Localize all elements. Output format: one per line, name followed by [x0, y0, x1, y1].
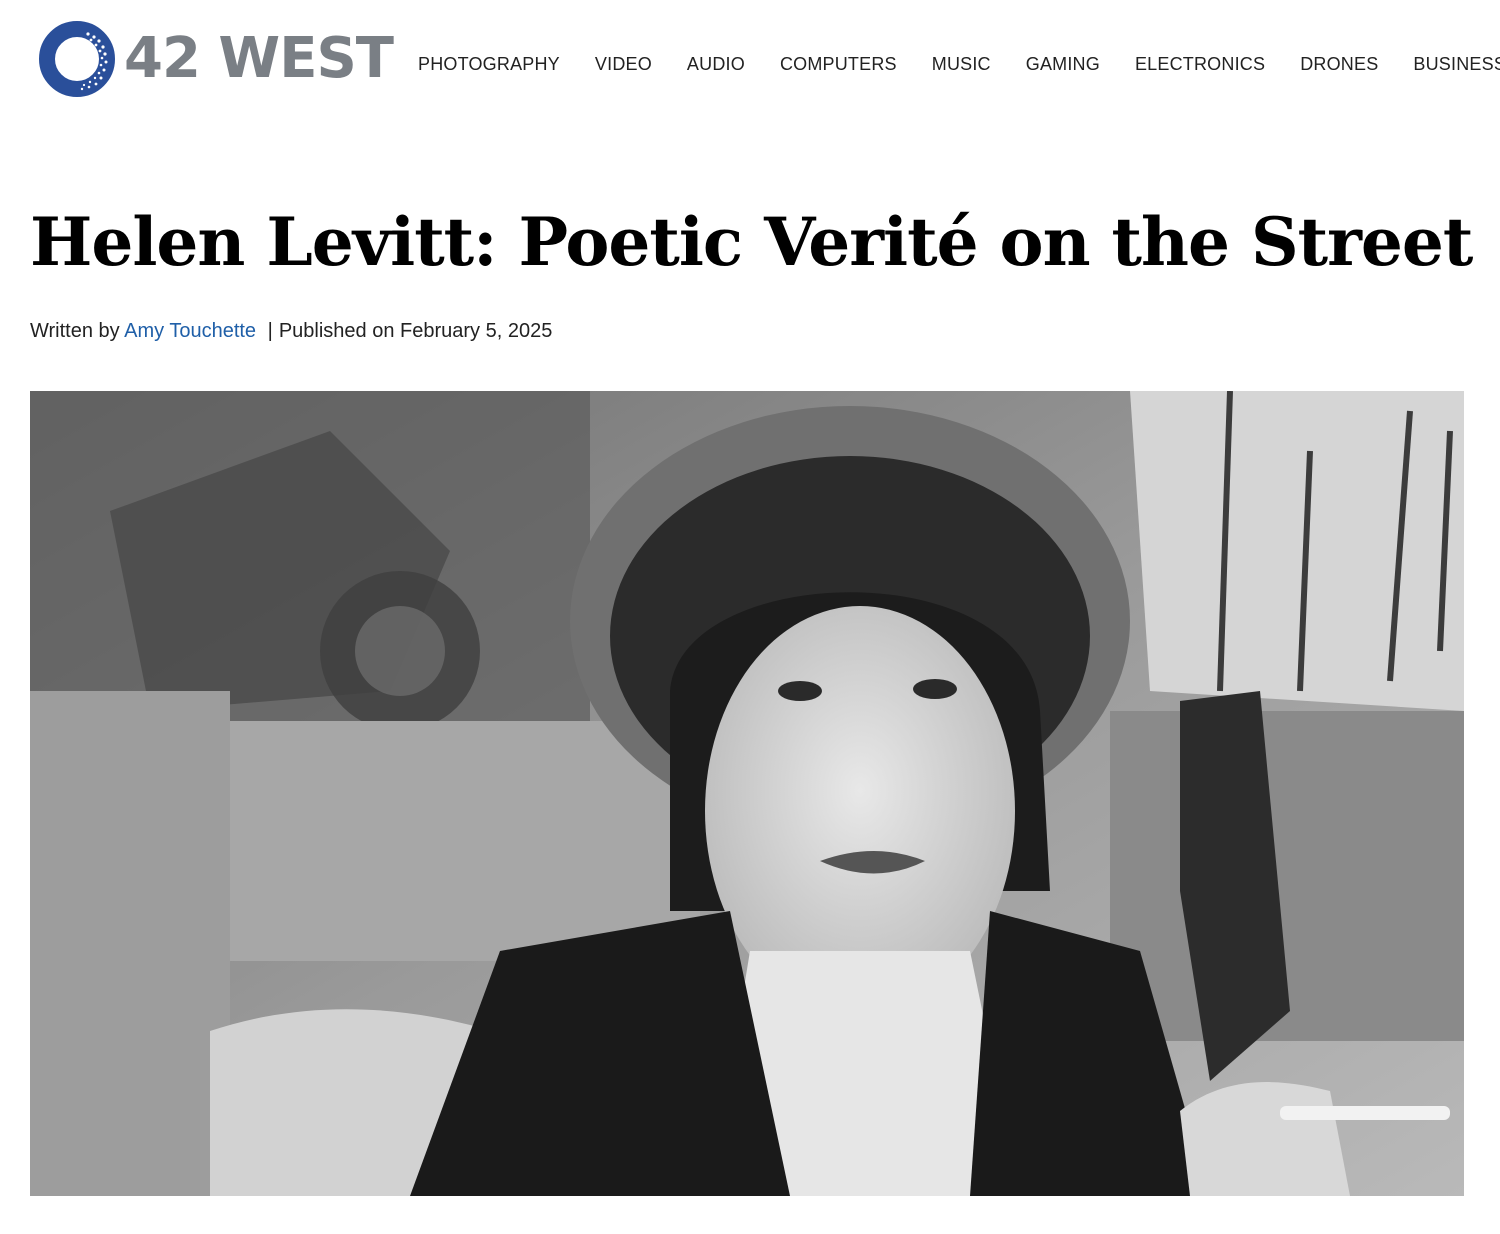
- nav-item-drones[interactable]: DRONES: [1283, 50, 1396, 79]
- hero-image: [30, 391, 1464, 1196]
- nav-item-computers[interactable]: COMPUTERS: [762, 50, 914, 79]
- nav-item-music[interactable]: MUSIC: [914, 50, 1008, 79]
- article-title: Helen Levitt: Poetic Verité on the Stree…: [30, 203, 1473, 281]
- dotted-ring-logo-icon: [39, 21, 115, 97]
- byline-prefix: Written by: [30, 320, 120, 342]
- site-header: 42 WEST PHOTOGRAPHY VIDEO AUDIO COMPUTER…: [0, 0, 1500, 130]
- nav-item-gaming[interactable]: GAMING: [1008, 50, 1117, 79]
- author-link[interactable]: Amy Touchette: [124, 320, 256, 342]
- publish-date: Published on February 5, 2025: [278, 320, 553, 342]
- hero-photo-illustration: [30, 391, 1464, 1196]
- nav-item-business[interactable]: BUSINESS: [1396, 50, 1500, 79]
- site-logo[interactable]: 42 WEST: [38, 20, 394, 98]
- nav-item-audio[interactable]: AUDIO: [669, 50, 762, 79]
- main-nav: PHOTOGRAPHY VIDEO AUDIO COMPUTERS MUSIC …: [400, 50, 1500, 79]
- nav-item-photography[interactable]: PHOTOGRAPHY: [400, 50, 577, 79]
- nav-item-electronics[interactable]: ELECTRONICS: [1117, 50, 1282, 79]
- byline-separator: |: [267, 320, 273, 342]
- article-byline: Written by Amy Touchette | Published on F…: [30, 320, 552, 343]
- nav-item-video[interactable]: VIDEO: [577, 50, 669, 79]
- logo-text: 42 WEST: [124, 26, 394, 91]
